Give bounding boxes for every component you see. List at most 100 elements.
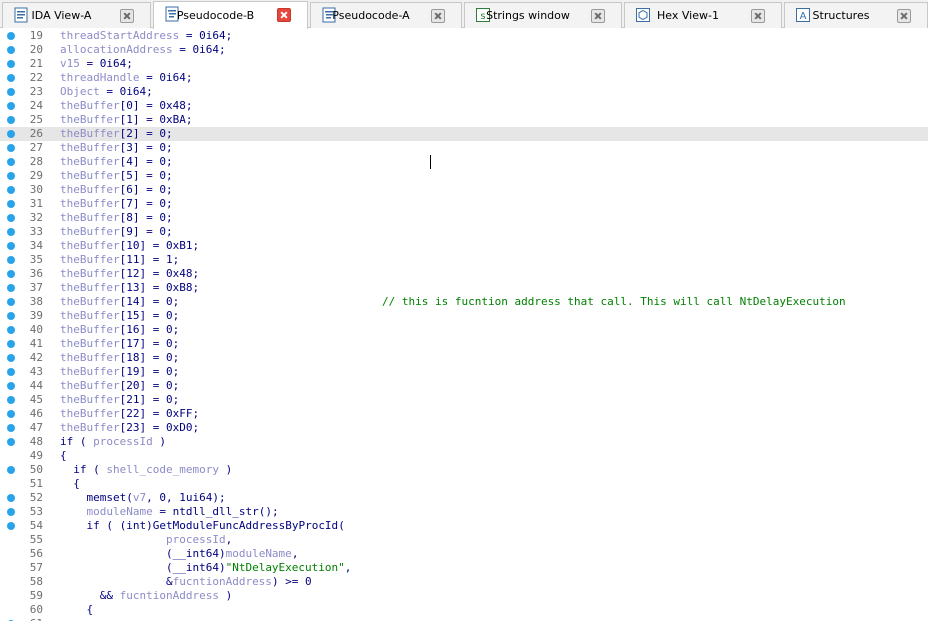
code-text[interactable]: theBuffer[22] = 0xFF; — [60, 407, 199, 421]
code-text[interactable]: if ( processId ) — [60, 435, 166, 449]
code-text[interactable]: &fucntionAddress) >= 0 — [60, 575, 312, 589]
breakpoint-dot-icon[interactable] — [7, 172, 15, 180]
code-text[interactable]: && fucntionAddress ) — [60, 589, 232, 603]
close-icon[interactable] — [897, 9, 911, 23]
code-line[interactable]: 42 theBuffer[18] = 0; — [0, 351, 928, 365]
close-icon[interactable] — [591, 9, 605, 23]
code-text[interactable]: theBuffer[19] = 0; — [60, 365, 179, 379]
code-line[interactable]: 37 theBuffer[13] = 0xB8; — [0, 281, 928, 295]
code-line[interactable]: 53 moduleName = ntdll_dll_str(); — [0, 505, 928, 519]
code-text[interactable]: theBuffer[15] = 0; — [60, 309, 179, 323]
code-text[interactable]: threadHandle = 0i64; — [60, 71, 192, 85]
code-line[interactable]: 32 theBuffer[8] = 0; — [0, 211, 928, 225]
breakpoint-dot-icon[interactable] — [7, 46, 15, 54]
code-line[interactable]: 59 && fucntionAddress ) — [0, 589, 928, 603]
breakpoint-dot-icon[interactable] — [7, 228, 15, 236]
code-line[interactable]: 44 theBuffer[20] = 0; — [0, 379, 928, 393]
code-text[interactable]: (__int64)"NtDelayExecution", — [60, 561, 351, 575]
breakpoint-dot-icon[interactable] — [7, 186, 15, 194]
code-line[interactable]: 26 theBuffer[2] = 0; — [0, 127, 928, 141]
code-line[interactable]: 57 (__int64)"NtDelayExecution", — [0, 561, 928, 575]
tab-ida-view-a[interactable]: IDA View-A — [2, 2, 151, 28]
code-text[interactable]: theBuffer[6] = 0; — [60, 183, 173, 197]
code-text[interactable]: processId, — [60, 533, 232, 547]
code-line[interactable]: 38 theBuffer[14] = 0; // this is fucntion … — [0, 295, 928, 309]
breakpoint-dot-icon[interactable] — [7, 298, 15, 306]
code-text[interactable]: theBuffer[2] = 0; — [60, 127, 173, 141]
breakpoint-dot-icon[interactable] — [7, 60, 15, 68]
breakpoint-dot-icon[interactable] — [7, 508, 15, 516]
code-line[interactable]: 34 theBuffer[10] = 0xB1; — [0, 239, 928, 253]
code-line[interactable]: 19 threadStartAddress = 0i64; — [0, 29, 928, 43]
code-text[interactable]: theBuffer[7] = 0; — [60, 197, 173, 211]
breakpoint-dot-icon[interactable] — [7, 382, 15, 390]
code-text[interactable]: theBuffer[21] = 0; — [60, 393, 179, 407]
code-text[interactable]: (__int64)moduleName, — [60, 547, 298, 561]
code-line[interactable]: 33 theBuffer[9] = 0; — [0, 225, 928, 239]
close-icon[interactable] — [277, 8, 291, 22]
breakpoint-dot-icon[interactable] — [7, 214, 15, 222]
code-line[interactable]: 51 { — [0, 477, 928, 491]
code-text[interactable]: theBuffer[11] = 1; — [60, 253, 179, 267]
tab-pseudocode-b[interactable]: Pseudocode-B — [153, 1, 308, 29]
breakpoint-dot-icon[interactable] — [7, 410, 15, 418]
code-text[interactable]: theBuffer[0] = 0x48; — [60, 99, 192, 113]
code-text[interactable]: theBuffer[1] = 0xBA; — [60, 113, 192, 127]
code-line[interactable]: 56 (__int64)moduleName, — [0, 547, 928, 561]
code-line[interactable]: 36 theBuffer[12] = 0x48; — [0, 267, 928, 281]
breakpoint-dot-icon[interactable] — [7, 340, 15, 348]
code-line[interactable]: 31 theBuffer[7] = 0; — [0, 197, 928, 211]
tab-pseudocode-a[interactable]: Pseudocode-A — [310, 2, 462, 28]
close-icon[interactable] — [431, 9, 445, 23]
code-text[interactable]: memset(v7, 0, 1ui64); — [60, 491, 226, 505]
pseudocode-view[interactable]: 19 threadStartAddress = 0i64; 20 allocation… — [0, 29, 928, 621]
breakpoint-dot-icon[interactable] — [7, 242, 15, 250]
breakpoint-dot-icon[interactable] — [7, 354, 15, 362]
code-line[interactable]: 29 theBuffer[5] = 0; — [0, 169, 928, 183]
code-line[interactable]: 23 Object = 0i64; — [0, 85, 928, 99]
code-text[interactable]: { — [60, 449, 67, 463]
breakpoint-dot-icon[interactable] — [7, 158, 15, 166]
code-text[interactable]: theBuffer[8] = 0; — [60, 211, 173, 225]
code-line[interactable]: 24 theBuffer[0] = 0x48; — [0, 99, 928, 113]
code-text[interactable]: theBuffer[14] = 0; — [60, 295, 179, 309]
code-line[interactable]: 27 theBuffer[3] = 0; — [0, 141, 928, 155]
breakpoint-dot-icon[interactable] — [7, 438, 15, 446]
breakpoint-dot-icon[interactable] — [7, 312, 15, 320]
code-line[interactable]: 43 theBuffer[19] = 0; — [0, 365, 928, 379]
breakpoint-dot-icon[interactable] — [7, 32, 15, 40]
code-line[interactable]: 45 theBuffer[21] = 0; — [0, 393, 928, 407]
breakpoint-dot-icon[interactable] — [7, 144, 15, 152]
code-line[interactable]: 20 allocationAddress = 0i64; — [0, 43, 928, 57]
code-line[interactable]: 28 theBuffer[4] = 0; — [0, 155, 928, 169]
code-line[interactable]: 30 theBuffer[6] = 0; — [0, 183, 928, 197]
code-text[interactable]: theBuffer[20] = 0; — [60, 379, 179, 393]
breakpoint-dot-icon[interactable] — [7, 522, 15, 530]
code-text[interactable]: threadStartAddress = 0i64; — [60, 29, 232, 43]
code-line[interactable]: 25 theBuffer[1] = 0xBA; — [0, 113, 928, 127]
breakpoint-dot-icon[interactable] — [7, 102, 15, 110]
code-line[interactable]: 41 theBuffer[17] = 0; — [0, 337, 928, 351]
code-text[interactable]: theBuffer[16] = 0; — [60, 323, 179, 337]
code-text[interactable]: { — [60, 477, 80, 491]
breakpoint-dot-icon[interactable] — [7, 424, 15, 432]
tab-strings-window[interactable]: s Strings window — [464, 2, 622, 28]
code-line[interactable]: 54 if ( (int)GetModuleFuncAddressByProcI… — [0, 519, 928, 533]
breakpoint-dot-icon[interactable] — [7, 74, 15, 82]
code-text[interactable]: theBuffer[13] = 0xB8; — [60, 281, 199, 295]
breakpoint-dot-icon[interactable] — [7, 396, 15, 404]
code-text[interactable]: theBuffer[18] = 0; — [60, 351, 179, 365]
breakpoint-dot-icon[interactable] — [7, 270, 15, 278]
breakpoint-dot-icon[interactable] — [7, 326, 15, 334]
code-line[interactable]: 35 theBuffer[11] = 1; — [0, 253, 928, 267]
code-line[interactable]: 48 if ( processId ) — [0, 435, 928, 449]
breakpoint-dot-icon[interactable] — [7, 368, 15, 376]
code-text[interactable]: allocationAddress = 0i64; — [60, 43, 226, 57]
breakpoint-dot-icon[interactable] — [7, 88, 15, 96]
code-text[interactable]: theBuffer[3] = 0; — [60, 141, 173, 155]
code-text[interactable]: Object = 0i64; — [60, 85, 153, 99]
code-text[interactable]: if ( (int)GetModuleFuncAddressByProcId( — [60, 519, 345, 533]
breakpoint-dot-icon[interactable] — [7, 200, 15, 208]
code-line[interactable]: 40 theBuffer[16] = 0; — [0, 323, 928, 337]
code-text[interactable]: theBuffer[23] = 0xD0; — [60, 421, 199, 435]
